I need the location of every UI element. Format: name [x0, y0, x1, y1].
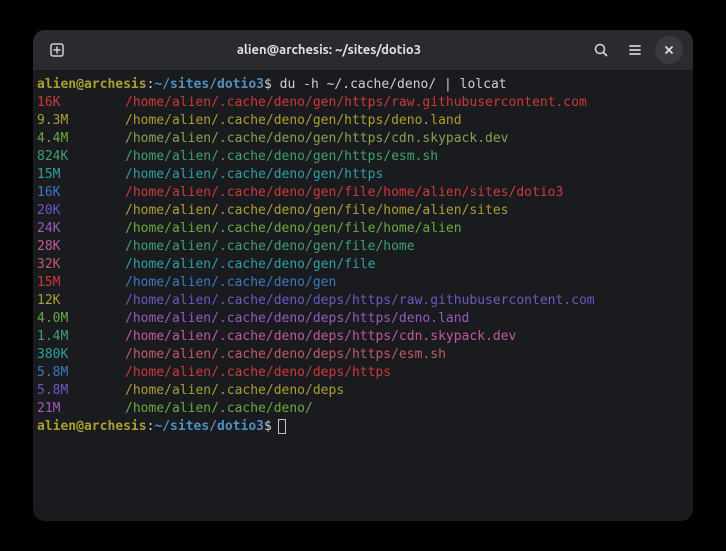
- cursor: [278, 419, 286, 434]
- row-path: /home/alien/.cache/deno/deps/https/esm.s…: [125, 347, 446, 362]
- command-text: du -h ~/.cache/deno/ | lolcat: [272, 77, 507, 92]
- output-row: 16K/home/alien/.cache/deno/gen/file/home…: [37, 184, 689, 202]
- prompt-line: alien@archesis:~/sites/dotio3$ du -h ~/.…: [37, 76, 689, 94]
- output-row: 4.0M/home/alien/.cache/deno/deps/https/d…: [37, 310, 689, 328]
- row-path: /home/alien/.cache/deno/gen/https/esm.sh: [125, 149, 438, 164]
- output-row: 1.4M/home/alien/.cache/deno/deps/https/c…: [37, 328, 689, 346]
- row-path: /home/alien/.cache/deno/deps/https/raw.g…: [125, 293, 595, 308]
- new-tab-button[interactable]: [43, 36, 71, 64]
- prompt-path: ~/sites/dotio3: [154, 77, 264, 92]
- row-size: 4.4M: [37, 130, 125, 148]
- terminal-body[interactable]: alien@archesis:~/sites/dotio3$ du -h ~/.…: [33, 70, 693, 521]
- row-path: /home/alien/.cache/deno/gen/file: [125, 257, 375, 272]
- output-row: 4.4M/home/alien/.cache/deno/gen/https/cd…: [37, 130, 689, 148]
- prompt-dollar: $: [264, 77, 272, 92]
- row-path: /home/alien/.cache/deno/gen/file/home: [125, 239, 415, 254]
- prompt-line-2: alien@archesis:~/sites/dotio3$: [37, 418, 689, 436]
- search-icon: [593, 42, 609, 58]
- output-row: 32K/home/alien/.cache/deno/gen/file: [37, 256, 689, 274]
- row-path: /home/alien/.cache/deno/: [125, 401, 313, 416]
- row-size: 16K: [37, 184, 125, 202]
- row-size: 28K: [37, 238, 125, 256]
- row-path: /home/alien/.cache/deno/deps/https/cdn.s…: [125, 329, 516, 344]
- row-size: 15M: [37, 274, 125, 292]
- terminal-window: alien@archesis: ~/sites/dotio3 alien@arc…: [33, 30, 693, 521]
- close-icon: [662, 43, 676, 57]
- prompt-dollar: $: [264, 419, 272, 434]
- output-row: 21M/home/alien/.cache/deno/: [37, 400, 689, 418]
- menu-button[interactable]: [621, 36, 649, 64]
- output-row: 28K/home/alien/.cache/deno/gen/file/home: [37, 238, 689, 256]
- row-path: /home/alien/.cache/deno/gen/file/home/al…: [125, 221, 462, 236]
- row-size: 16K: [37, 94, 125, 112]
- row-size: 824K: [37, 148, 125, 166]
- row-size: 9.3M: [37, 112, 125, 130]
- close-button[interactable]: [655, 36, 683, 64]
- output-row: 20K/home/alien/.cache/deno/gen/file/home…: [37, 202, 689, 220]
- row-path: /home/alien/.cache/deno/gen/https/cdn.sk…: [125, 131, 509, 146]
- title-bar: alien@archesis: ~/sites/dotio3: [33, 30, 693, 70]
- prompt-user: alien@archesis: [37, 419, 147, 434]
- row-size: 5.8M: [37, 382, 125, 400]
- output-row: 824K/home/alien/.cache/deno/gen/https/es…: [37, 148, 689, 166]
- row-size: 380K: [37, 346, 125, 364]
- row-path: /home/alien/.cache/deno/deps/https: [125, 365, 391, 380]
- row-path: /home/alien/.cache/deno/gen/file/home/al…: [125, 203, 509, 218]
- row-size: 21M: [37, 400, 125, 418]
- output-row: 5.8M/home/alien/.cache/deno/deps/https: [37, 364, 689, 382]
- row-path: /home/alien/.cache/deno/deps: [125, 383, 344, 398]
- row-size: 1.4M: [37, 328, 125, 346]
- row-size: 5.8M: [37, 364, 125, 382]
- row-path: /home/alien/.cache/deno/gen: [125, 275, 336, 290]
- command-output: 16K/home/alien/.cache/deno/gen/https/raw…: [37, 94, 689, 418]
- search-button[interactable]: [587, 36, 615, 64]
- row-path: /home/alien/.cache/deno/gen/https/raw.gi…: [125, 95, 587, 110]
- row-size: 24K: [37, 220, 125, 238]
- output-row: 15M/home/alien/.cache/deno/gen/https: [37, 166, 689, 184]
- title-actions: [587, 36, 683, 64]
- row-size: 12K: [37, 292, 125, 310]
- output-row: 380K/home/alien/.cache/deno/deps/https/e…: [37, 346, 689, 364]
- row-path: /home/alien/.cache/deno/gen/file/home/al…: [125, 185, 563, 200]
- window-title: alien@archesis: ~/sites/dotio3: [79, 43, 579, 57]
- row-size: 4.0M: [37, 310, 125, 328]
- row-size: 32K: [37, 256, 125, 274]
- row-size: 20K: [37, 202, 125, 220]
- output-row: 16K/home/alien/.cache/deno/gen/https/raw…: [37, 94, 689, 112]
- row-path: /home/alien/.cache/deno/gen/https: [125, 167, 383, 182]
- output-row: 12K/home/alien/.cache/deno/deps/https/ra…: [37, 292, 689, 310]
- output-row: 9.3M/home/alien/.cache/deno/gen/https/de…: [37, 112, 689, 130]
- row-path: /home/alien/.cache/deno/deps/https/deno.…: [125, 311, 469, 326]
- row-path: /home/alien/.cache/deno/gen/https/deno.l…: [125, 113, 462, 128]
- output-row: 15M/home/alien/.cache/deno/gen: [37, 274, 689, 292]
- prompt-user: alien@archesis: [37, 77, 147, 92]
- plus-icon: [49, 42, 65, 58]
- output-row: 5.8M/home/alien/.cache/deno/deps: [37, 382, 689, 400]
- row-size: 15M: [37, 166, 125, 184]
- output-row: 24K/home/alien/.cache/deno/gen/file/home…: [37, 220, 689, 238]
- hamburger-icon: [627, 42, 643, 58]
- prompt-path: ~/sites/dotio3: [154, 419, 264, 434]
